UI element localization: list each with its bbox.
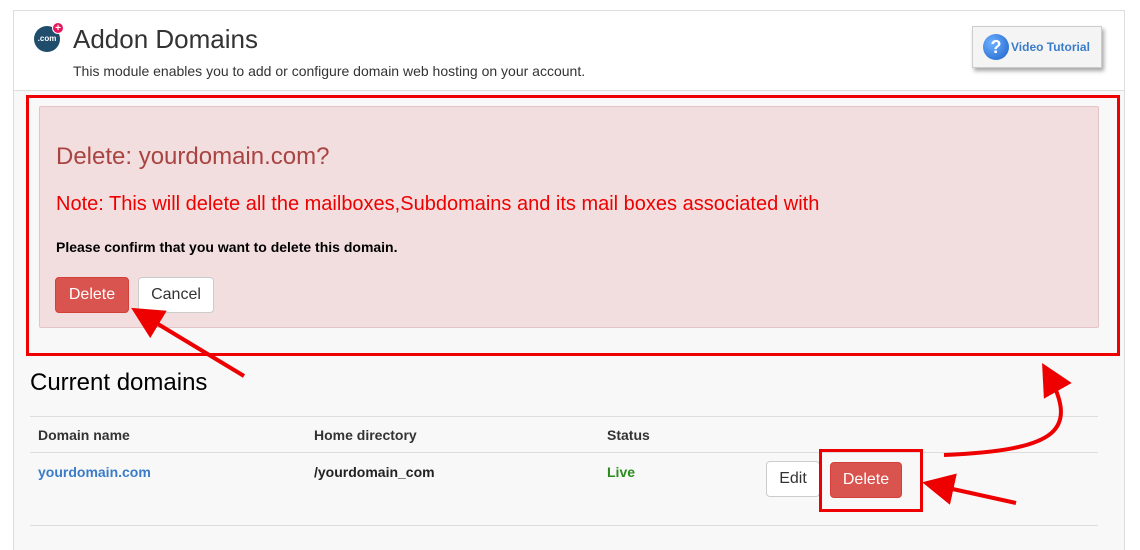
cancel-button[interactable]: Cancel	[138, 277, 214, 313]
column-header-domain-name: Domain name	[38, 427, 130, 443]
domain-logo-icon: .com +	[34, 22, 64, 52]
status-badge: Live	[607, 464, 636, 480]
add-badge-icon: +	[52, 22, 64, 34]
video-tutorial-button[interactable]: ? Video Tutorial	[972, 26, 1102, 68]
table-header-divider	[30, 452, 1098, 453]
delete-alert-title: Delete: yourdomain.com?	[56, 143, 330, 170]
video-tutorial-label: Video Tutorial	[1011, 40, 1090, 54]
confirm-delete-button[interactable]: Delete	[55, 277, 129, 313]
column-header-home-directory: Home directory	[314, 427, 417, 443]
table-top-divider	[30, 416, 1098, 417]
module-header: .com + Addon Domains This module enables…	[14, 11, 1124, 91]
domain-name-link[interactable]: yourdomain.com	[38, 464, 151, 480]
delete-domain-button[interactable]: Delete	[830, 462, 902, 498]
delete-alert-confirm-text: Please confirm that you want to delete t…	[56, 239, 398, 255]
logo-text: .com	[37, 34, 57, 43]
help-question-icon: ?	[983, 34, 1009, 60]
home-directory-cell: /yourdomain_com	[314, 464, 435, 480]
current-domains-heading: Current domains	[30, 369, 208, 396]
page-title: Addon Domains	[73, 24, 258, 54]
delete-alert-note: Note: This will delete all the mailboxes…	[56, 193, 820, 215]
page-description: This module enables you to add or config…	[73, 63, 586, 79]
column-header-status: Status	[607, 427, 650, 443]
delete-confirmation-alert: Delete: yourdomain.com? Note: This will …	[39, 106, 1099, 328]
table-bottom-divider	[30, 525, 1098, 526]
edit-domain-button[interactable]: Edit	[766, 461, 820, 497]
